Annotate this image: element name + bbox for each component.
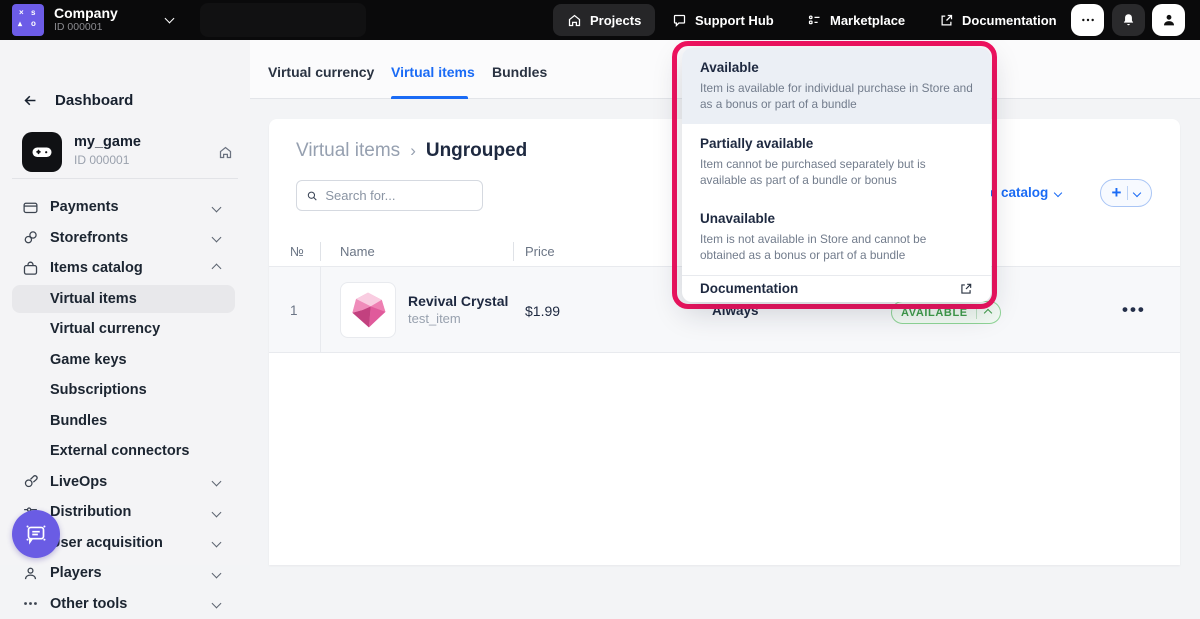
search-box[interactable] (296, 180, 483, 211)
account-button[interactable] (1152, 4, 1185, 36)
chevron-down-icon (212, 538, 222, 548)
chat-bubble-icon (21, 519, 51, 549)
sidebar-item-bundles[interactable]: Bundles (0, 406, 250, 437)
column-number: № (290, 244, 304, 259)
back-label: Dashboard (55, 92, 133, 109)
sidebar-item-players[interactable]: Players (0, 558, 250, 589)
plus-icon: + (1112, 183, 1122, 203)
row-number: 1 (290, 303, 298, 318)
back-arrow-icon (22, 92, 39, 109)
column-price: Price (525, 244, 555, 259)
project-name: my_game (74, 134, 141, 150)
documentation-link[interactable]: Documentation (682, 275, 991, 302)
sidebar-item-external-connectors[interactable]: External connectors (0, 436, 250, 467)
add-item-button[interactable]: + (1100, 179, 1152, 207)
company-logo[interactable]: ×s ▴o (12, 4, 44, 36)
notifications-button[interactable] (1112, 4, 1145, 36)
chevron-down-icon (212, 477, 222, 487)
sidebar: Dashboard my_game ID 000001 Payments Sto… (0, 40, 250, 565)
support-chat-button[interactable] (12, 510, 60, 558)
bell-icon (1121, 13, 1136, 28)
topbar-placeholder (200, 3, 366, 37)
breadcrumb-separator: › (410, 141, 416, 161)
chevron-down-icon (1133, 189, 1141, 197)
tab-bundles[interactable]: Bundles (492, 64, 547, 80)
project-id: ID 000001 (74, 153, 129, 167)
chevron-down-icon (1054, 188, 1062, 196)
user-icon (1161, 12, 1177, 28)
chevron-up-icon (212, 263, 222, 273)
top-bar: ×s ▴o Company ID 000001 Projects Support… (0, 0, 1200, 40)
sidebar-item-virtual-currency[interactable]: Virtual currency (0, 314, 250, 345)
sidebar-item-storefronts[interactable]: Storefronts (0, 223, 250, 254)
option-unavailable[interactable]: Unavailable Item is not available in Sto… (682, 199, 991, 275)
sidebar-item-game-keys[interactable]: Game keys (0, 345, 250, 376)
company-id: ID 000001 (54, 21, 102, 33)
sidebar-item-items-catalog[interactable]: Items catalog (0, 253, 250, 284)
search-input[interactable] (325, 188, 473, 203)
chevron-down-icon (212, 233, 222, 243)
sidebar-item-virtual-items[interactable]: Virtual items (0, 284, 250, 315)
marketplace-button[interactable]: Marketplace (793, 4, 919, 36)
storefronts-icon (22, 229, 40, 247)
chevron-down-icon (212, 599, 222, 609)
catalog-icon (22, 259, 40, 277)
chevron-down-icon (212, 202, 222, 212)
external-link-icon (939, 13, 954, 28)
sidebar-item-payments[interactable]: Payments (0, 192, 250, 223)
tab-virtual-items[interactable]: Virtual items (391, 64, 475, 80)
company-name: Company (54, 5, 118, 21)
more-icon (1080, 12, 1096, 28)
option-partially-available[interactable]: Partially available Item cannot be purch… (682, 124, 991, 200)
wallet-icon (22, 198, 40, 216)
projects-button[interactable]: Projects (553, 4, 655, 36)
chevron-up-icon (983, 308, 991, 316)
item-name: Revival Crystal (408, 293, 508, 309)
chat-icon (672, 13, 687, 28)
highlight-annotation: Available Item is available for individu… (672, 41, 997, 309)
project-avatar[interactable] (22, 132, 62, 172)
item-price: $1.99 (525, 303, 560, 319)
option-available[interactable]: Available Item is available for individu… (682, 48, 991, 124)
breadcrumb: Virtual items › Ungrouped (296, 140, 527, 162)
dots-icon (22, 595, 40, 613)
back-to-dashboard[interactable]: Dashboard (22, 92, 133, 109)
active-tab-underline (391, 96, 468, 99)
external-link-icon (959, 282, 973, 296)
more-button[interactable] (1071, 4, 1104, 36)
sidebar-divider (12, 178, 238, 179)
tab-virtual-currency[interactable]: Virtual currency (268, 64, 374, 80)
item-image (340, 282, 396, 338)
support-hub-button[interactable]: Support Hub (658, 4, 788, 36)
players-icon (22, 564, 40, 582)
home-icon (567, 13, 582, 28)
item-sku: test_item (408, 311, 461, 326)
marketplace-icon (807, 13, 822, 28)
chevron-down-icon (212, 507, 222, 517)
breadcrumb-current: Ungrouped (426, 140, 527, 162)
documentation-button[interactable]: Documentation (925, 4, 1071, 36)
search-icon (306, 189, 318, 203)
chevron-down-icon (212, 568, 222, 578)
liveops-icon (22, 473, 40, 491)
project-home-icon[interactable] (218, 145, 233, 160)
status-dropdown: Available Item is available for individu… (682, 48, 991, 302)
sidebar-item-liveops[interactable]: LiveOps (0, 467, 250, 498)
breadcrumb-parent[interactable]: Virtual items (296, 140, 400, 162)
company-switcher-chevron-icon[interactable] (165, 14, 175, 24)
gamepad-icon (30, 140, 54, 164)
row-actions-button[interactable]: ••• (1122, 300, 1146, 320)
sidebar-item-subscriptions[interactable]: Subscriptions (0, 375, 250, 406)
column-name: Name (340, 244, 375, 259)
sidebar-item-other-tools[interactable]: Other tools (0, 589, 250, 619)
crystal-image (346, 288, 390, 332)
